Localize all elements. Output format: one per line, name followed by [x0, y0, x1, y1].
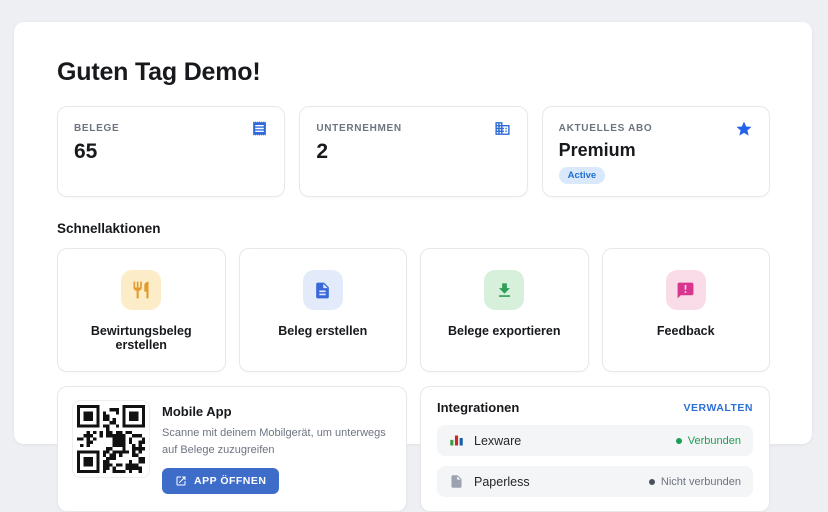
stat-label: UNTERNEHMEN — [316, 120, 401, 134]
stat-value: Premium — [559, 140, 753, 161]
stat-value: 2 — [316, 140, 510, 164]
action-label: Beleg erstellen — [248, 324, 399, 338]
stat-label: BELEGE — [74, 120, 119, 134]
app-oeffnen-button[interactable]: APP ÖFFNEN — [162, 468, 279, 494]
verwalten-link[interactable]: VERWALTEN — [684, 402, 753, 414]
action-label: Feedback — [611, 324, 762, 338]
download-icon — [484, 270, 524, 310]
action-label: Bewirtungsbeleg erstellen — [66, 324, 217, 352]
document-icon — [303, 270, 343, 310]
page-title: Guten Tag Demo! — [57, 58, 770, 87]
action-bewirtungsbeleg-erstellen[interactable]: Bewirtungsbeleg erstellen — [57, 248, 226, 372]
paperless-logo — [449, 474, 464, 489]
mobile-app-description: Scanne mit deinem Mobilgerät, um unterwe… — [162, 425, 392, 459]
restaurant-icon — [121, 270, 161, 310]
action-feedback[interactable]: Feedback — [602, 248, 771, 372]
integration-row-lexware: Lexware Verbunden — [437, 425, 753, 456]
stat-card-unternehmen: UNTERNEHMEN 2 — [299, 106, 527, 197]
qr-code — [72, 400, 150, 478]
lexware-logo — [449, 433, 464, 448]
chat-icon — [666, 270, 706, 310]
stat-label: AKTUELLES ABO — [559, 120, 653, 134]
status-dot — [676, 438, 682, 444]
mobile-app-card: Mobile App Scanne mit deinem Mobilgerät,… — [57, 386, 407, 512]
receipt-icon — [251, 120, 268, 137]
stat-value: 65 — [74, 140, 268, 164]
external-link-icon — [175, 475, 187, 487]
stats-row: BELEGE 65 UNTERNEHMEN 2 AKTUELLES ABO — [57, 106, 770, 197]
quick-actions-heading: Schnellaktionen — [57, 221, 770, 236]
building-icon — [494, 120, 511, 137]
quick-actions-row: Bewirtungsbeleg erstellen Beleg erstelle… — [57, 248, 770, 372]
integrations-card: Integrationen VERWALTEN Lexware Verbunde… — [420, 386, 770, 512]
dashboard-panel: Guten Tag Demo! BELEGE 65 UNTERNEHMEN 2 — [14, 22, 812, 444]
stat-card-abo: AKTUELLES ABO Premium Active — [542, 106, 770, 197]
status-badge: Active — [559, 167, 606, 184]
integration-status: Nicht verbunden — [649, 476, 741, 488]
integration-name: Lexware — [474, 434, 521, 448]
bottom-row: Mobile App Scanne mit deinem Mobilgerät,… — [57, 386, 770, 512]
integration-status: Verbunden — [676, 435, 741, 447]
action-beleg-erstellen[interactable]: Beleg erstellen — [239, 248, 408, 372]
action-belege-exportieren[interactable]: Belege exportieren — [420, 248, 589, 372]
integrations-heading: Integrationen — [437, 400, 519, 415]
app-oeffnen-label: APP ÖFFNEN — [194, 475, 266, 487]
stat-card-belege: BELEGE 65 — [57, 106, 285, 197]
status-dot — [649, 479, 655, 485]
action-label: Belege exportieren — [429, 324, 580, 338]
star-icon — [735, 120, 753, 138]
integration-name: Paperless — [474, 475, 530, 489]
mobile-app-title: Mobile App — [162, 404, 392, 419]
integration-row-paperless: Paperless Nicht verbunden — [437, 466, 753, 497]
